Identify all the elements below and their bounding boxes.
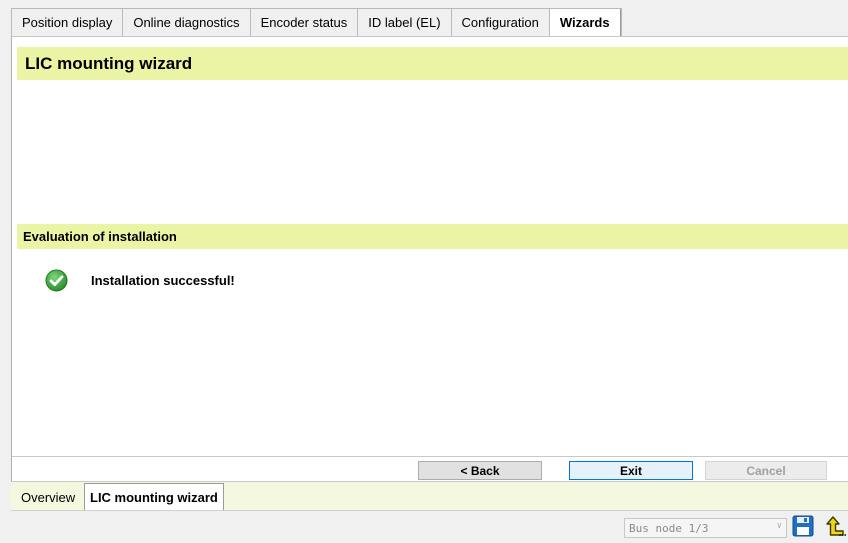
exit-button[interactable]: Exit bbox=[569, 461, 693, 480]
up-arrow-icon[interactable] bbox=[823, 514, 847, 538]
tab-lic-mounting-wizard[interactable]: LIC mounting wizard bbox=[84, 483, 224, 510]
check-circle-icon bbox=[45, 269, 68, 292]
status-message: Installation successful! bbox=[91, 273, 235, 288]
tab-configuration[interactable]: Configuration bbox=[452, 9, 550, 36]
bottom-tab-bar: Overview LIC mounting wizard bbox=[11, 481, 848, 510]
wizard-button-row: < Back Exit Cancel bbox=[12, 456, 848, 482]
evaluation-section-header: Evaluation of installation bbox=[17, 224, 848, 249]
tab-id-label[interactable]: ID label (EL) bbox=[358, 9, 452, 36]
bus-node-value: Bus node 1/3 bbox=[629, 521, 709, 535]
tab-overview[interactable]: Overview bbox=[17, 485, 79, 509]
installation-status: Installation successful! bbox=[45, 269, 235, 292]
top-tab-bar: Position display Online diagnostics Enco… bbox=[11, 8, 622, 36]
save-disk-icon[interactable] bbox=[792, 514, 814, 538]
status-bar: Bus node 1/3 ∨ bbox=[11, 510, 848, 542]
cancel-button[interactable]: Cancel bbox=[705, 461, 827, 480]
tab-encoder-status[interactable]: Encoder status bbox=[251, 9, 359, 36]
chevron-down-icon: ∨ bbox=[776, 521, 782, 531]
bus-node-select[interactable]: Bus node 1/3 ∨ bbox=[624, 518, 787, 538]
wizard-title: LIC mounting wizard bbox=[25, 53, 193, 73]
back-button[interactable]: < Back bbox=[418, 461, 542, 480]
tab-wizards[interactable]: Wizards bbox=[549, 9, 621, 36]
section-title: Evaluation of installation bbox=[23, 229, 177, 244]
wizard-title-bar: LIC mounting wizard bbox=[17, 47, 848, 80]
tab-online-diagnostics[interactable]: Online diagnostics bbox=[123, 9, 251, 36]
tab-position-display[interactable]: Position display bbox=[12, 9, 124, 36]
wizard-panel: LIC mounting wizard Evaluation of instal… bbox=[11, 36, 848, 516]
